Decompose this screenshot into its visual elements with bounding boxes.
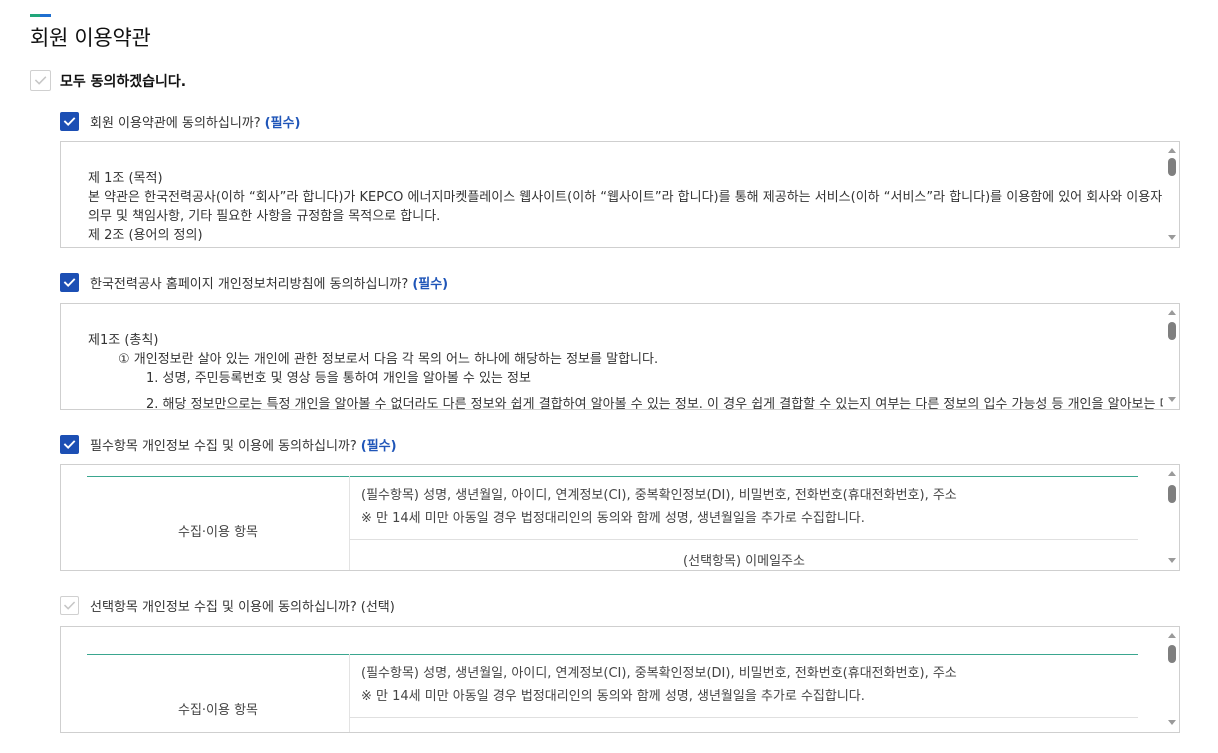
checkmark-icon [63, 440, 76, 449]
scroll-down-arrow-icon[interactable] [1168, 558, 1176, 563]
row-header: 수집·이용 항목 [87, 476, 350, 570]
clause-item: 1. 성명, 주민등록번호 및 영상 등을 통하여 개인을 알아볼 수 있는 정… [146, 371, 531, 386]
term-agree-checkbox[interactable] [60, 596, 79, 615]
vertical-scrollbar[interactable] [1163, 627, 1179, 732]
term-agree-row[interactable]: 선택항목 개인정보 수집 및 이용에 동의하십니까? (선택) [60, 596, 1180, 615]
term-question-label: 선택항목 개인정보 수집 및 이용에 동의하십니까? [90, 600, 357, 615]
member-terms-scroll-box[interactable]: 제 1조 (목적) 본 약관은 한국전력공사(이하 “회사”라 합니다)가 KE… [60, 141, 1180, 248]
minor-note-text: ※ 만 14세 미만 아동일 경우 법정대리인의 동의와 함께 성명, 생년월일… [361, 689, 865, 704]
required-tag: (필수) [360, 439, 397, 454]
optional-info-scroll-box[interactable]: 수집·이용 항목 (필수항목) 성명, 생년월일, 아이디, 연계정보(CI),… [60, 626, 1180, 733]
accent-blue-segment [40, 14, 51, 17]
required-info-scroll-box[interactable]: 수집·이용 항목 (필수항목) 성명, 생년월일, 아이디, 연계정보(CI),… [60, 464, 1180, 571]
clause-text: ① 개인정보란 살아 있는 개인에 관한 정보로서 다음 각 목의 어느 하나에… [118, 352, 659, 367]
vertical-scrollbar[interactable] [1163, 142, 1179, 247]
table-row: 수집·이용 항목 (필수항목) 성명, 생년월일, 아이디, 연계정보(CI),… [87, 654, 1138, 732]
vertical-scrollbar[interactable] [1163, 465, 1179, 570]
scroll-down-arrow-icon[interactable] [1168, 397, 1176, 402]
article-text-line: 의무 및 책임사항, 기타 필요한 사항을 규정함을 목적으로 합니다. [88, 209, 441, 224]
term-section-optional-info: 선택항목 개인정보 수집 및 이용에 동의하십니까? (선택) 수집·이용 항목… [60, 596, 1180, 733]
collection-items-table: 수집·이용 항목 (필수항목) 성명, 생년월일, 아이디, 연계정보(CI),… [87, 654, 1139, 733]
term-agree-checkbox[interactable] [60, 435, 79, 454]
accent-green-segment [30, 14, 40, 17]
term-section-privacy-policy: 한국전력공사 홈페이지 개인정보처리방침에 동의하십니까? (필수) 제1조 (… [60, 273, 1180, 410]
scroll-down-arrow-icon[interactable] [1168, 235, 1176, 240]
select-all-label: 모두 동의하겠습니다. [60, 73, 187, 90]
checkmark-icon [34, 76, 47, 85]
scrollbar-thumb[interactable] [1168, 322, 1176, 340]
term-agree-row[interactable]: 필수항목 개인정보 수집 및 이용에 동의하십니까? (필수) [60, 435, 1180, 454]
required-items-cell: (필수항목) 성명, 생년월일, 아이디, 연계정보(CI), 중복확인정보(D… [349, 654, 1138, 718]
minor-note-text: ※ 만 14세 미만 아동일 경우 법정대리인의 동의와 함께 성명, 생년월일… [361, 511, 865, 526]
collection-table-wrap: 수집·이용 항목 (필수항목) 성명, 생년월일, 아이디, 연계정보(CI),… [61, 465, 1179, 570]
scrollbar-thumb[interactable] [1168, 645, 1176, 663]
term-agree-checkbox[interactable] [60, 112, 79, 131]
page-title: 회원 이용약관 [30, 26, 151, 50]
article-heading: 제1조 (총칙) [88, 333, 159, 348]
term-agree-checkbox[interactable] [60, 273, 79, 292]
select-all-checkbox[interactable] [30, 70, 51, 91]
scroll-up-arrow-icon[interactable] [1168, 148, 1176, 153]
title-accent-bar [30, 14, 51, 17]
row-header: 수집·이용 항목 [87, 654, 350, 732]
term-agree-row[interactable]: 회원 이용약관에 동의하십니까? (필수) [60, 112, 1180, 131]
policy-text: 제1조 (총칙) ① 개인정보란 살아 있는 개인에 관한 정보로서 다음 각 … [61, 304, 1180, 410]
scrollbar-thumb[interactable] [1168, 485, 1176, 503]
optional-tag: (선택) [360, 600, 395, 615]
article-heading: 제 2조 (용어의 정의) [88, 228, 203, 243]
term-question-label: 회원 이용약관에 동의하십니까? [90, 116, 261, 131]
term-agree-row[interactable]: 한국전력공사 홈페이지 개인정보처리방침에 동의하십니까? (필수) [60, 273, 1180, 292]
required-items-cell: (필수항목) 성명, 생년월일, 아이디, 연계정보(CI), 중복확인정보(D… [349, 476, 1138, 540]
term-question-label: 필수항목 개인정보 수집 및 이용에 동의하십니까? [90, 439, 357, 454]
required-tag: (필수) [412, 277, 449, 292]
privacy-policy-scroll-box[interactable]: 제1조 (총칙) ① 개인정보란 살아 있는 개인에 관한 정보로서 다음 각 … [60, 303, 1180, 410]
optional-items-cell: (선택항목) 이메일주소 [350, 718, 1139, 733]
term-section-member-terms: 회원 이용약관에 동의하십니까? (필수) 제 1조 (목적) 본 약관은 한국… [60, 112, 1180, 248]
optional-items-cell: (선택항목) 이메일주소 [683, 554, 805, 569]
required-items-text: (필수항목) 성명, 생년월일, 아이디, 연계정보(CI), 중복확인정보(D… [361, 666, 957, 681]
term-question-label: 한국전력공사 홈페이지 개인정보처리방침에 동의하십니까? [90, 277, 409, 292]
article-heading: 제 1조 (목적) [88, 171, 163, 186]
vertical-scrollbar[interactable] [1163, 304, 1179, 409]
checkmark-icon [63, 117, 76, 126]
table-row: 수집·이용 항목 (필수항목) 성명, 생년월일, 아이디, 연계정보(CI),… [87, 476, 1138, 570]
checkmark-icon [63, 278, 76, 287]
article-text-line: 본 약관은 한국전력공사(이하 “회사”라 합니다)가 KEPCO 에너지마켓플… [88, 190, 1180, 205]
term-section-required-info: 필수항목 개인정보 수집 및 이용에 동의하십니까? (필수) 수집·이용 항목… [60, 435, 1180, 571]
terms-text: 제 1조 (목적) 본 약관은 한국전력공사(이하 “회사”라 합니다)가 KE… [61, 142, 1179, 245]
collection-table-wrap: 수집·이용 항목 (필수항목) 성명, 생년월일, 아이디, 연계정보(CI),… [61, 627, 1179, 733]
scrollbar-thumb[interactable] [1168, 158, 1176, 176]
select-all-row[interactable]: 모두 동의하겠습니다. [30, 70, 186, 91]
scroll-down-arrow-icon[interactable] [1168, 720, 1176, 725]
scroll-up-arrow-icon[interactable] [1168, 310, 1176, 315]
collection-items-table: 수집·이용 항목 (필수항목) 성명, 생년월일, 아이디, 연계정보(CI),… [87, 476, 1138, 570]
required-items-text: (필수항목) 성명, 생년월일, 아이디, 연계정보(CI), 중복확인정보(D… [361, 488, 957, 503]
clause-item: 2. 해당 정보만으로는 특정 개인을 알아볼 수 없더라도 다른 정보와 쉽게… [146, 397, 1180, 410]
checkmark-icon [63, 601, 76, 610]
scroll-up-arrow-icon[interactable] [1168, 633, 1176, 638]
required-tag: (필수) [264, 116, 301, 131]
scroll-up-arrow-icon[interactable] [1168, 471, 1176, 476]
